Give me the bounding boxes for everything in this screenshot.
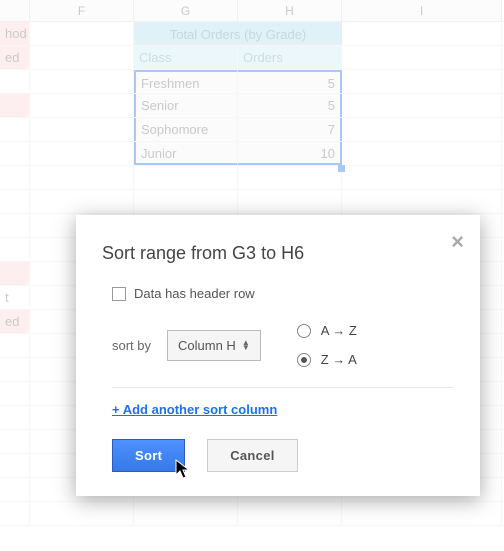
col-header-E[interactable]: [0, 0, 30, 21]
selection-handle[interactable]: [338, 165, 345, 172]
header-row-label: Data has header row: [134, 286, 255, 301]
cell[interactable]: [0, 142, 30, 165]
table-row[interactable]: 7: [238, 118, 342, 141]
cell[interactable]: [342, 22, 502, 45]
divider: [112, 387, 454, 388]
cell[interactable]: [134, 166, 238, 189]
cell[interactable]: [30, 502, 134, 525]
cell[interactable]: [0, 478, 30, 501]
cell[interactable]: [0, 190, 30, 213]
sort-column-value: Column H: [178, 338, 236, 353]
cell[interactable]: [0, 70, 30, 93]
header-row-checkbox[interactable]: [112, 287, 126, 301]
col-header-F[interactable]: F: [30, 0, 134, 21]
sort-asc-label: A → Z: [321, 323, 357, 338]
cell[interactable]: [30, 166, 134, 189]
table-row[interactable]: 5: [238, 70, 342, 93]
dialog-title: Sort range from G3 to H6: [102, 243, 454, 264]
table-row[interactable]: Senior: [134, 94, 238, 117]
col-header-H[interactable]: H: [238, 0, 342, 21]
cell[interactable]: [342, 166, 502, 189]
table-row[interactable]: Freshmen: [134, 70, 238, 93]
cell[interactable]: [30, 94, 134, 117]
select-arrows-icon: ▲▼: [242, 340, 250, 350]
cell[interactable]: [342, 118, 502, 141]
cell[interactable]: [30, 190, 134, 213]
cell[interactable]: [134, 502, 238, 525]
cell[interactable]: [30, 70, 134, 93]
cell[interactable]: [0, 358, 30, 381]
cell[interactable]: [30, 142, 134, 165]
table-row[interactable]: Sophomore: [134, 118, 238, 141]
sort-desc-radio[interactable]: [297, 353, 311, 367]
cell[interactable]: hod: [0, 22, 30, 45]
sort-button[interactable]: Sort: [112, 439, 185, 472]
add-sort-column-link[interactable]: + Add another sort column: [112, 402, 277, 417]
col-header-G[interactable]: G: [134, 0, 238, 21]
col-header-I[interactable]: I: [342, 0, 502, 21]
cell[interactable]: [0, 94, 30, 117]
cell[interactable]: ed: [0, 310, 30, 333]
cell[interactable]: [0, 334, 30, 357]
sort-by-label: sort by: [112, 338, 151, 353]
cell[interactable]: [0, 214, 30, 237]
cell[interactable]: [238, 166, 342, 189]
cell[interactable]: [342, 46, 502, 69]
sort-range-dialog: × Sort range from G3 to H6 Data has head…: [76, 215, 480, 496]
cell[interactable]: t: [0, 286, 30, 309]
cell[interactable]: [342, 94, 502, 117]
cell[interactable]: [0, 238, 30, 261]
column-headers: F G H I: [0, 0, 504, 22]
sort-asc-radio[interactable]: [297, 324, 311, 338]
cell[interactable]: [0, 166, 30, 189]
cell[interactable]: [342, 190, 502, 213]
cell[interactable]: [30, 22, 134, 45]
cell[interactable]: [0, 406, 30, 429]
table-header-class[interactable]: Class: [134, 46, 238, 69]
table-row[interactable]: 10: [238, 142, 342, 165]
cell[interactable]: [0, 430, 30, 453]
table-row[interactable]: Junior: [134, 142, 238, 165]
table-header-orders[interactable]: Orders: [238, 46, 342, 69]
cell[interactable]: [30, 118, 134, 141]
cell[interactable]: [342, 142, 502, 165]
cell[interactable]: [0, 118, 30, 141]
cell[interactable]: ed: [0, 46, 30, 69]
cell[interactable]: [0, 454, 30, 477]
cell[interactable]: [238, 502, 342, 525]
cell[interactable]: [238, 190, 342, 213]
cell[interactable]: [134, 190, 238, 213]
cell[interactable]: [342, 70, 502, 93]
cell[interactable]: [0, 262, 30, 285]
cell[interactable]: [0, 382, 30, 405]
sort-column-select[interactable]: Column H ▲▼: [167, 330, 261, 361]
table-row[interactable]: 5: [238, 94, 342, 117]
table-title[interactable]: Total Orders (by Grade): [134, 22, 342, 45]
cell[interactable]: [342, 502, 502, 525]
cell[interactable]: [30, 46, 134, 69]
sort-desc-label: Z → A: [321, 352, 357, 367]
cell[interactable]: [0, 502, 30, 525]
cancel-button[interactable]: Cancel: [207, 439, 297, 472]
close-icon[interactable]: ×: [451, 229, 464, 255]
